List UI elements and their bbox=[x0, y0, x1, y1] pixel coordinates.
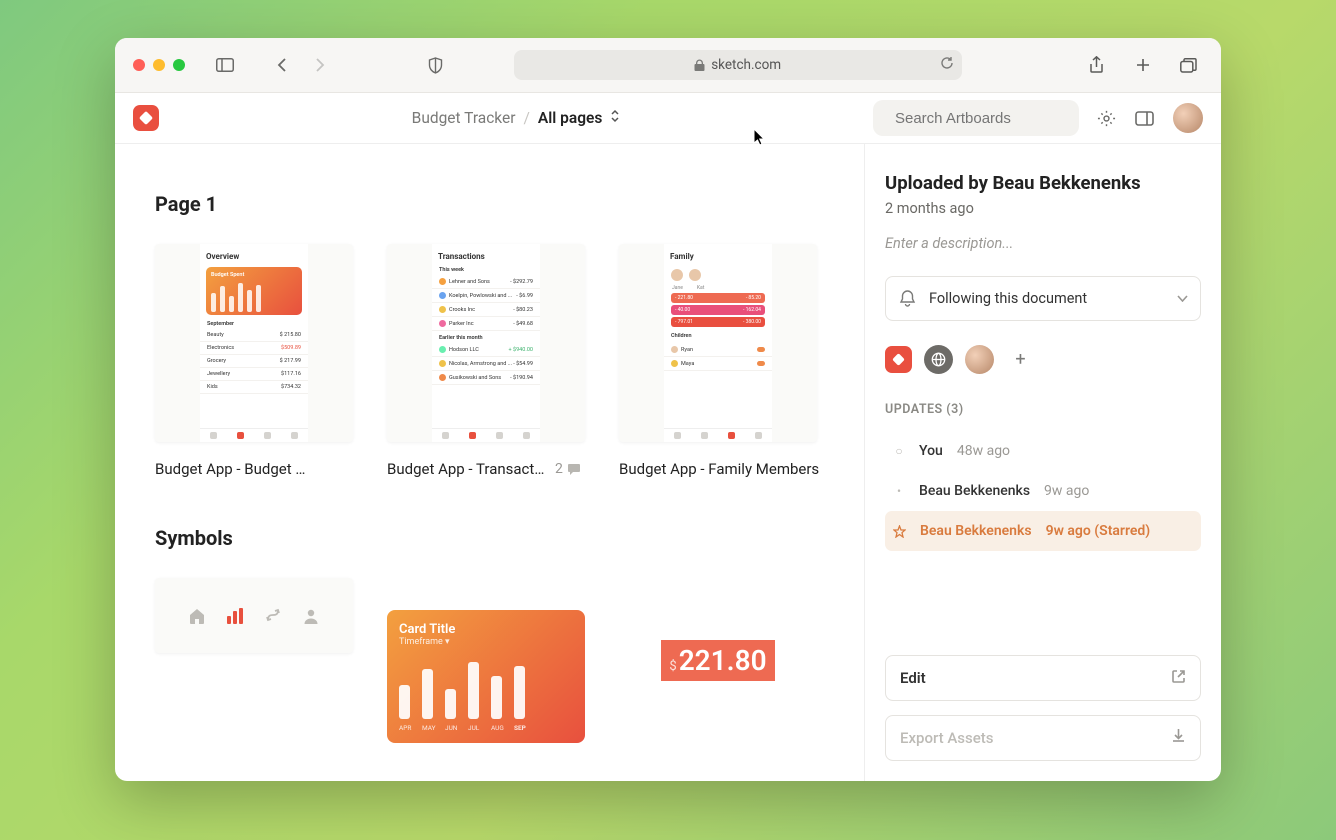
artboard-card-transactions[interactable]: Transactions This week Lehner and Sons- … bbox=[387, 244, 585, 478]
chart-icon bbox=[226, 608, 244, 624]
comment-icon bbox=[567, 463, 581, 476]
share-row: + bbox=[885, 345, 1201, 374]
price-badge: $221.80 bbox=[661, 640, 774, 681]
globe-icon bbox=[931, 352, 946, 367]
settings-icon[interactable] bbox=[1093, 104, 1121, 132]
window-controls bbox=[133, 59, 185, 71]
forward-button[interactable] bbox=[305, 51, 333, 79]
chevron-down-icon bbox=[1177, 295, 1188, 302]
document-name[interactable]: Budget Tracker bbox=[412, 109, 516, 127]
lock-icon bbox=[694, 59, 705, 72]
follow-dropdown[interactable]: Following this document bbox=[885, 276, 1201, 321]
search-field[interactable] bbox=[873, 100, 1079, 136]
public-badge[interactable] bbox=[924, 345, 953, 374]
reload-icon[interactable] bbox=[940, 56, 954, 74]
section-title-symbols: Symbols bbox=[155, 526, 824, 550]
artboard-label: Budget App - Family Members bbox=[619, 460, 819, 478]
artboard-thumb: Transactions This week Lehner and Sons- … bbox=[387, 244, 585, 442]
sketch-logo[interactable] bbox=[133, 105, 159, 131]
search-input[interactable] bbox=[895, 110, 1094, 127]
share-icon[interactable] bbox=[1083, 51, 1111, 79]
panel-toggle-icon[interactable] bbox=[1131, 104, 1159, 132]
artboard-card-family[interactable]: Family JaneKat - 221.80- 85.20 - 40.00- … bbox=[619, 244, 817, 478]
sidebar-toggle-icon[interactable] bbox=[211, 51, 239, 79]
new-tab-icon[interactable] bbox=[1129, 51, 1157, 79]
artboard-label: Budget App - Transacti... bbox=[387, 460, 547, 478]
update-row-starred[interactable]: Beau Bekkenenks 9w ago (Starred) bbox=[885, 511, 1201, 551]
minimize-window-button[interactable] bbox=[153, 59, 165, 71]
artboard-grid: Overview Budget Spent September Beauty$ … bbox=[155, 244, 824, 478]
app-toolbar: Budget Tracker / All pages bbox=[115, 93, 1221, 144]
section-title-page1: Page 1 bbox=[155, 192, 824, 216]
collaborator-avatar[interactable] bbox=[965, 345, 994, 374]
symbol-grid: Card Title Timeframe ▾ APRMAYJUNJULAUGSE… bbox=[155, 578, 824, 743]
download-icon bbox=[1171, 728, 1186, 748]
app-body: Page 1 Overview Budget Spent September B… bbox=[115, 144, 1221, 781]
uploaded-by: Uploaded by Beau Bekkenenks bbox=[885, 172, 1201, 194]
breadcrumb-separator: / bbox=[524, 109, 530, 127]
external-link-icon bbox=[1171, 669, 1186, 688]
symbol-card-price[interactable]: $221.80 bbox=[619, 578, 817, 743]
update-row[interactable]: • Beau Bekkenenks 9w ago bbox=[885, 471, 1201, 511]
fullscreen-window-button[interactable] bbox=[173, 59, 185, 71]
url-text: sketch.com bbox=[711, 57, 781, 73]
page-selector-label[interactable]: All pages bbox=[538, 109, 602, 127]
profile-icon bbox=[302, 607, 320, 625]
safari-titlebar: sketch.com bbox=[115, 38, 1221, 93]
home-icon bbox=[188, 607, 206, 625]
inspector-sidebar: Uploaded by Beau Bekkenenks 2 months ago… bbox=[864, 144, 1221, 781]
privacy-shield-icon[interactable] bbox=[421, 51, 449, 79]
back-button[interactable] bbox=[269, 51, 297, 79]
safari-window: sketch.com Budget Tracker / All pages bbox=[115, 38, 1221, 781]
description-placeholder[interactable]: Enter a description... bbox=[885, 235, 1201, 252]
bell-icon bbox=[898, 289, 917, 308]
symbol-card-chart[interactable]: Card Title Timeframe ▾ APRMAYJUNJULAUGSE… bbox=[387, 578, 585, 743]
add-collaborator-button[interactable]: + bbox=[1006, 345, 1035, 374]
mouse-cursor bbox=[753, 128, 767, 146]
star-icon bbox=[893, 525, 906, 538]
chevron-updown-icon[interactable] bbox=[610, 109, 620, 127]
artboard-card-overview[interactable]: Overview Budget Spent September Beauty$ … bbox=[155, 244, 353, 478]
artboard-thumb: Overview Budget Spent September Beauty$ … bbox=[155, 244, 353, 442]
user-avatar[interactable] bbox=[1173, 103, 1203, 133]
artboards-canvas[interactable]: Page 1 Overview Budget Spent September B… bbox=[115, 144, 864, 781]
workspace-badge[interactable] bbox=[885, 346, 912, 373]
safari-right-tools bbox=[1083, 51, 1203, 79]
artboard-label: Budget App - Budget Overvi... bbox=[155, 460, 315, 478]
comment-count: 2 bbox=[555, 461, 581, 477]
breadcrumb: Budget Tracker / All pages bbox=[412, 109, 621, 127]
uploaded-when: 2 months ago bbox=[885, 200, 1201, 217]
symbol-card-navbar[interactable] bbox=[155, 578, 353, 743]
transfer-icon bbox=[264, 607, 282, 625]
updates-heading: UPDATES (3) bbox=[885, 402, 1201, 417]
close-window-button[interactable] bbox=[133, 59, 145, 71]
export-assets-button[interactable]: Export Assets bbox=[885, 715, 1201, 761]
artboard-thumb: Family JaneKat - 221.80- 85.20 - 40.00- … bbox=[619, 244, 817, 442]
address-bar[interactable]: sketch.com bbox=[514, 50, 962, 80]
tabs-overview-icon[interactable] bbox=[1175, 51, 1203, 79]
edit-button[interactable]: Edit bbox=[885, 655, 1201, 701]
update-row[interactable]: ○ You 48w ago bbox=[885, 431, 1201, 471]
